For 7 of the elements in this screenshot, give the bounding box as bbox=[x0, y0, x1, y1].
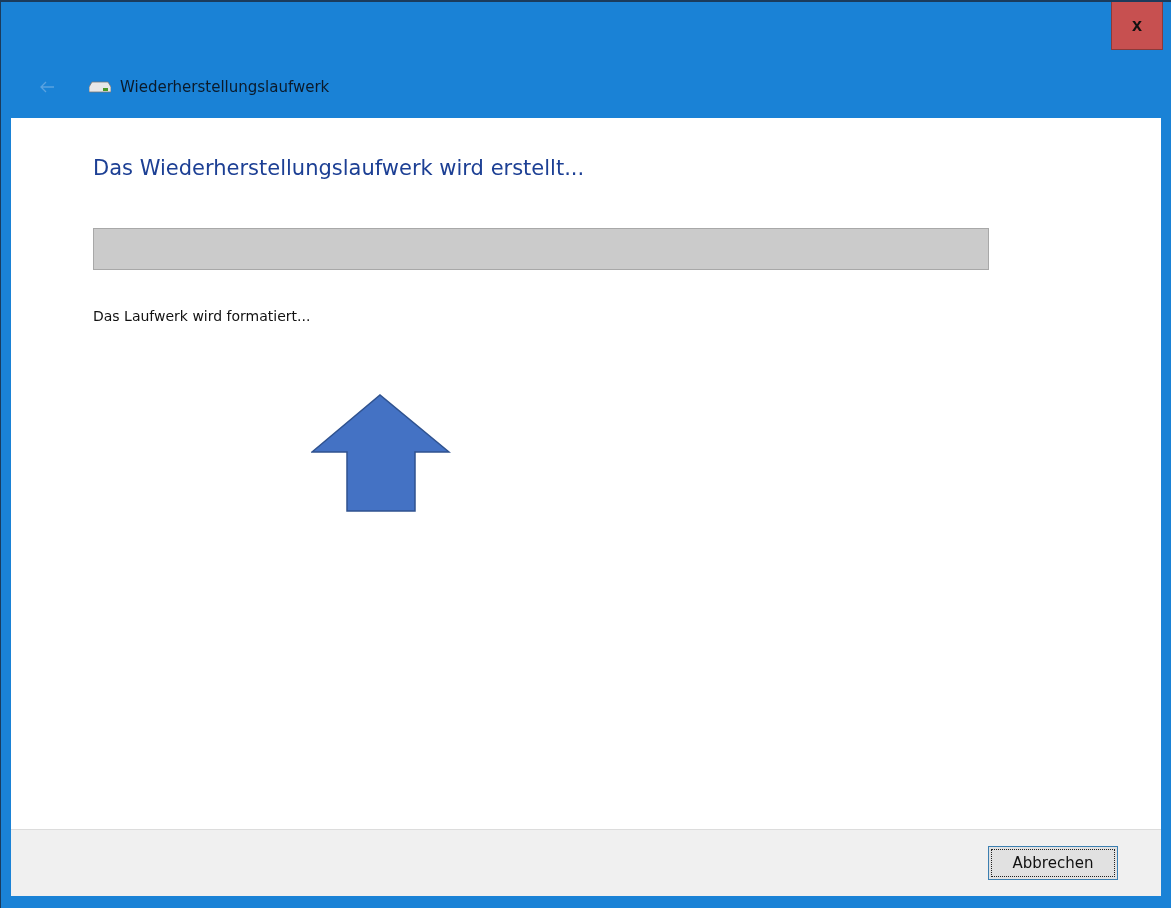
status-text: Das Laufwerk wird formatiert... bbox=[93, 308, 312, 324]
drive-icon bbox=[89, 81, 111, 93]
close-button[interactable]: x bbox=[1111, 2, 1163, 50]
cancel-button[interactable]: Abbrechen bbox=[988, 846, 1118, 880]
window-title: Wiederherstellungslaufwerk bbox=[120, 78, 330, 96]
up-arrow-icon bbox=[311, 394, 451, 512]
heading: Das Wiederherstellungslaufwerk wird erstellt... bbox=[93, 156, 586, 180]
